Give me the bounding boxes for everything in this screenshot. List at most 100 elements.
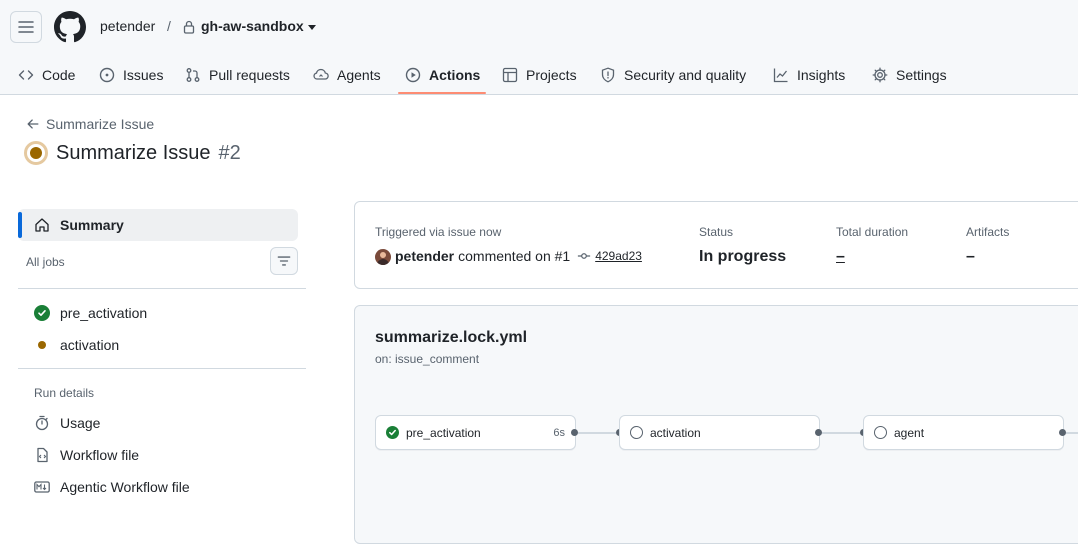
tab-code[interactable]: Code: [18, 56, 75, 94]
home-icon: [35, 218, 49, 232]
hamburger-icon: [18, 21, 34, 33]
trigger-action-text[interactable]: commented on #1: [458, 248, 570, 264]
repo-owner-link[interactable]: petender: [100, 18, 155, 34]
breadcrumb-separator: /: [167, 18, 171, 34]
sidebar-agentic-workflow-file-link[interactable]: Agentic Workflow file: [34, 479, 190, 495]
connector-dot: [815, 429, 822, 436]
divider: [18, 368, 306, 369]
tab-label: Pull requests: [209, 67, 290, 83]
tab-actions[interactable]: Actions: [405, 56, 480, 94]
workflow-file-label: Workflow file: [60, 447, 140, 463]
in-progress-icon: [24, 141, 48, 165]
back-link[interactable]: Summarize Issue: [26, 116, 154, 132]
artifacts-value: –: [966, 248, 975, 265]
agentic-workflow-file-label: Agentic Workflow file: [60, 479, 190, 495]
job-name: activation: [650, 425, 701, 440]
sidebar-job-pre-activation[interactable]: pre_activation: [34, 305, 147, 321]
markdown-icon: [34, 481, 50, 493]
tab-label: Settings: [896, 67, 947, 83]
queued-circle-icon: [630, 426, 643, 439]
tab-settings[interactable]: Settings: [872, 56, 947, 94]
run-details-heading: Run details: [34, 386, 95, 400]
tab-agents[interactable]: Agents: [313, 56, 381, 94]
arrow-left-icon: [27, 119, 39, 129]
tab-projects[interactable]: Projects: [502, 56, 577, 94]
code-icon: [18, 70, 34, 80]
sidebar-job-activation[interactable]: activation: [34, 337, 119, 353]
queued-circle-icon: [874, 426, 887, 439]
job-name: pre_activation: [406, 425, 481, 440]
lock-icon: [183, 20, 195, 34]
job-label: activation: [60, 337, 120, 353]
commit-sha-link[interactable]: 429ad23: [595, 249, 642, 263]
all-jobs-heading: All jobs: [26, 255, 65, 269]
gear-icon: [872, 67, 888, 83]
tab-label: Security and quality: [624, 67, 747, 83]
job-name: agent: [894, 425, 925, 440]
issue-icon: [99, 67, 115, 83]
active-tab-indicator: [398, 92, 486, 94]
graph-icon: [773, 68, 788, 83]
github-logo-icon[interactable]: [54, 11, 86, 43]
connector-line: [822, 432, 860, 434]
sidebar-summary-label: Summary: [60, 217, 124, 233]
sidebar-summary-link[interactable]: Summary: [34, 217, 124, 233]
filter-icon: [277, 256, 291, 266]
graph-job-agent[interactable]: agent: [863, 415, 1064, 450]
avatar[interactable]: [375, 249, 391, 265]
usage-label: Usage: [60, 415, 101, 431]
back-link-label: Summarize Issue: [46, 116, 155, 132]
actor-link[interactable]: petender: [395, 248, 454, 264]
repo-nav-tabs: Code Issues Pull requests Agents Actions…: [0, 56, 1078, 94]
artifacts-label: Artifacts: [966, 225, 1010, 239]
tab-label: Actions: [429, 67, 481, 83]
tab-insights[interactable]: Insights: [773, 56, 845, 94]
workflow-file-name: summarize.lock.yml: [375, 329, 528, 346]
chevron-down-icon[interactable]: [308, 25, 316, 30]
job-duration: 6s: [553, 426, 565, 439]
play-icon: [405, 67, 421, 83]
tab-label: Agents: [337, 67, 381, 83]
connector-line: [1066, 432, 1078, 434]
connector-dot: [1059, 429, 1066, 436]
repo-header: petender / gh-aw-sandbox Code Issues Pul…: [0, 0, 1078, 95]
graph-job-pre-activation[interactable]: pre_activation 6s: [375, 415, 576, 450]
page-title: Summarize Issue #2: [24, 141, 241, 165]
tab-security[interactable]: Security and quality: [600, 56, 746, 94]
sidebar-usage-link[interactable]: Usage: [34, 415, 100, 431]
status-value: In progress: [699, 248, 787, 265]
tab-label: Projects: [526, 67, 577, 83]
run-number: #2: [218, 141, 241, 164]
filter-jobs-button[interactable]: [270, 247, 298, 275]
tab-label: Issues: [123, 67, 164, 83]
agents-icon: [313, 68, 329, 80]
success-check-icon: [34, 305, 50, 321]
duration-label: Total duration: [836, 225, 909, 239]
table-icon: [502, 67, 518, 83]
run-summary-card: [354, 201, 1078, 289]
active-item-indicator: [18, 212, 22, 238]
divider: [18, 288, 306, 289]
tab-pull-requests[interactable]: Pull requests: [185, 56, 290, 94]
tab-issues[interactable]: Issues: [99, 56, 163, 94]
trigger-label: Triggered via issue now: [375, 225, 502, 239]
tab-label: Insights: [797, 67, 846, 83]
commit-icon: [578, 253, 591, 259]
graph-job-activation[interactable]: activation: [619, 415, 820, 450]
menu-button[interactable]: [10, 11, 42, 43]
workflow-trigger: on: issue_comment: [375, 352, 480, 366]
repo-name-link[interactable]: gh-aw-sandbox: [201, 18, 304, 34]
connector-line: [578, 432, 616, 434]
success-check-icon: [386, 426, 399, 439]
duration-value[interactable]: –: [836, 248, 845, 266]
tab-label: Code: [42, 67, 76, 83]
stopwatch-icon: [35, 415, 49, 431]
shield-icon: [601, 67, 615, 83]
run-title-text: Summarize Issue: [56, 141, 211, 164]
pull-request-icon: [186, 68, 200, 82]
connector-dot: [571, 429, 578, 436]
job-label: pre_activation: [60, 305, 148, 321]
file-code-icon: [37, 447, 48, 463]
status-label: Status: [699, 225, 734, 239]
sidebar-workflow-file-link[interactable]: Workflow file: [34, 447, 139, 463]
